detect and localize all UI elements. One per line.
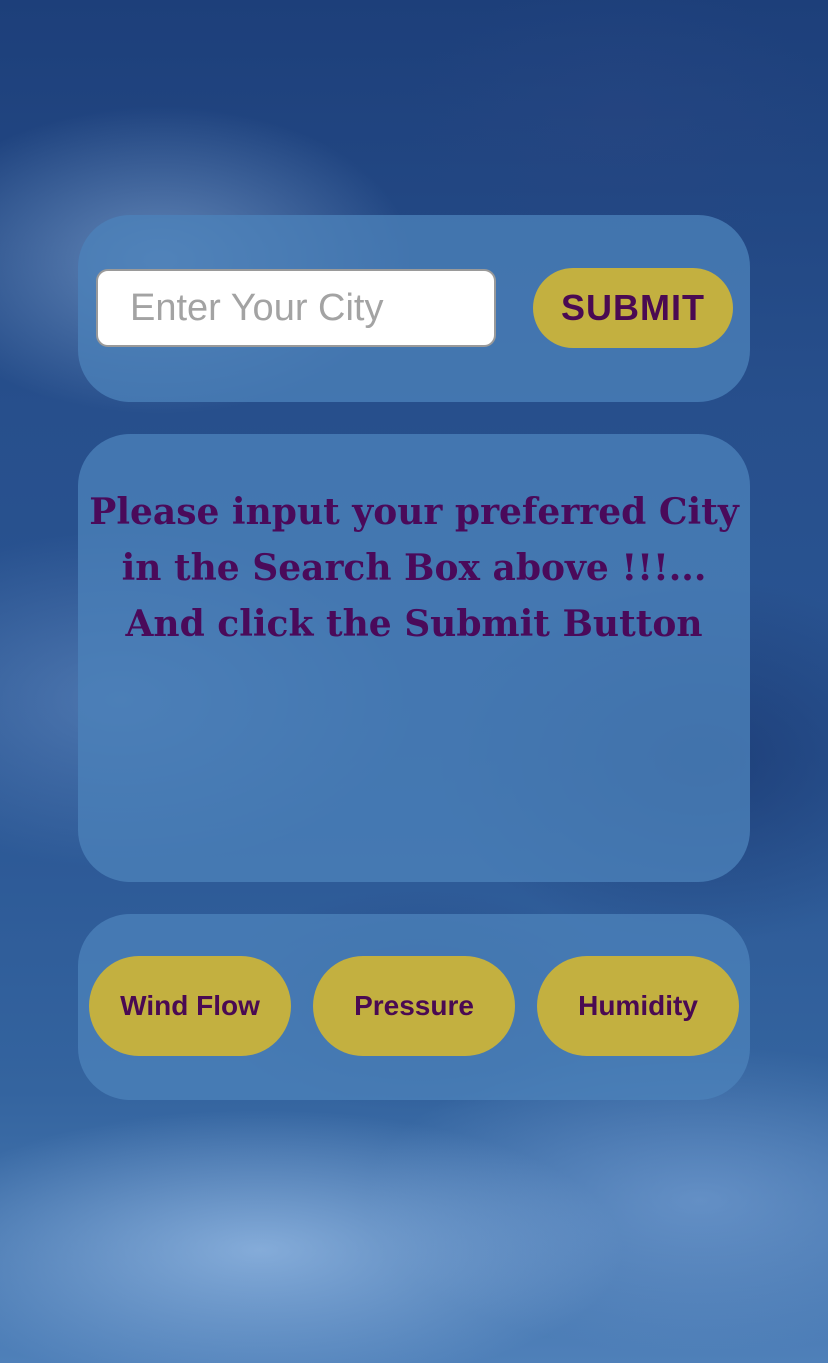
search-panel: SUBMIT <box>78 215 750 402</box>
instruction-message: Please input your preferred City in the … <box>89 491 739 645</box>
pressure-button[interactable]: Pressure <box>313 956 515 1056</box>
weather-stats-panel: Wind Flow Pressure Humidity <box>78 914 750 1100</box>
submit-button[interactable]: SUBMIT <box>533 268 733 348</box>
wind-flow-button[interactable]: Wind Flow <box>89 956 291 1056</box>
city-search-input[interactable] <box>96 269 496 347</box>
humidity-button[interactable]: Humidity <box>537 956 739 1056</box>
weather-result-panel: Please input your preferred City in the … <box>78 434 750 882</box>
